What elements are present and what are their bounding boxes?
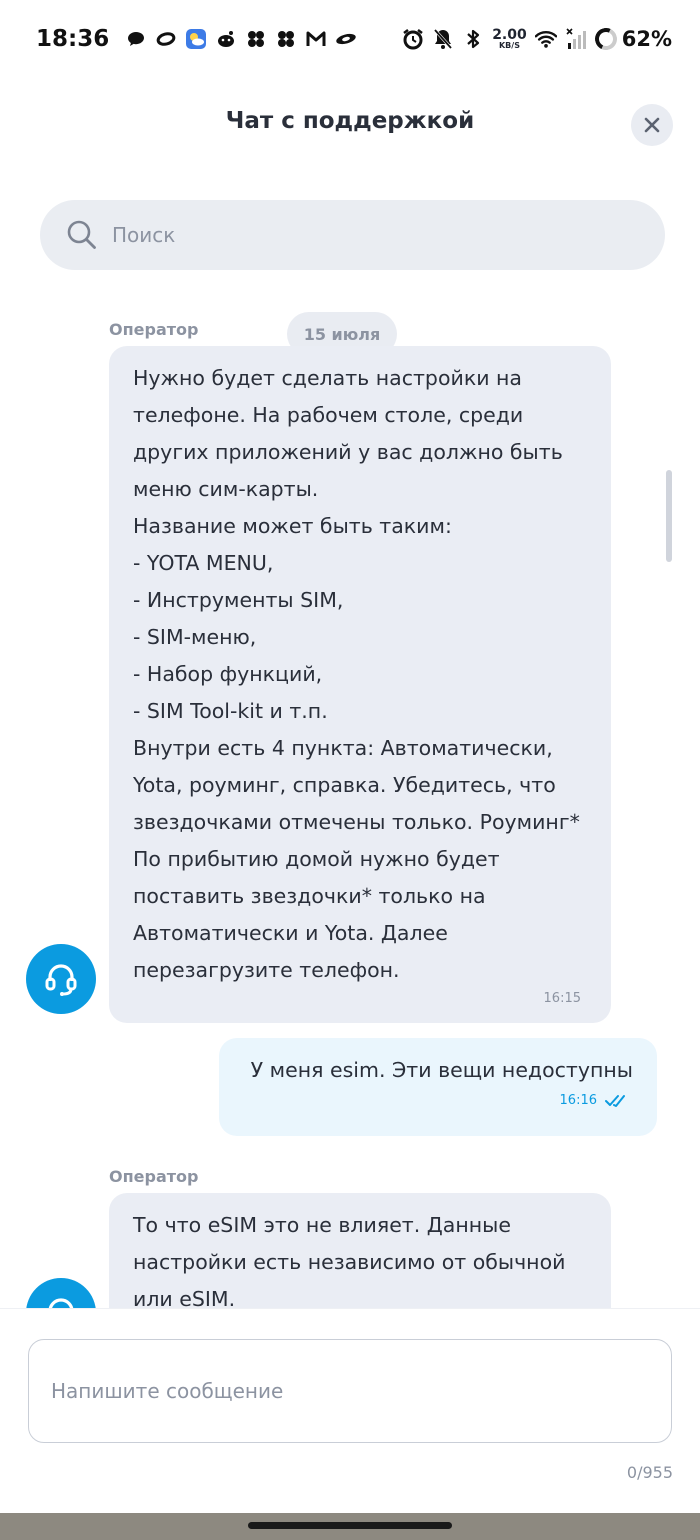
network-speed-unit: KB/S — [498, 41, 520, 50]
ring-app-icon — [155, 28, 177, 50]
planet-app-icon — [335, 28, 357, 50]
chat-messages[interactable]: Оператор 15 июля Нужно будет сделать нас… — [0, 300, 700, 1308]
weather-icon — [185, 28, 207, 50]
message-composer: Напишите сообщение 0/955 — [0, 1308, 700, 1513]
system-navigation-bar — [0, 1513, 700, 1540]
chat-scrollbar[interactable] — [666, 470, 672, 562]
notifications-off-icon — [432, 28, 454, 50]
alarm-icon — [402, 28, 424, 50]
chat-notification-icon — [125, 28, 147, 50]
gmail-icon — [305, 28, 327, 50]
network-speed: 2.00 KB/S — [492, 28, 527, 50]
network-speed-value: 2.00 — [492, 27, 527, 43]
message-placeholder: Напишите сообщение — [51, 1379, 284, 1403]
operator-avatar — [26, 1278, 96, 1308]
operator-message[interactable]: Нужно будет сделать настройки на телефон… — [109, 346, 611, 1023]
cluster-app-icon — [245, 28, 267, 50]
wifi-icon — [534, 28, 557, 50]
status-bar: 18:36 2.00 KB/S 62% — [0, 0, 700, 78]
user-message[interactable]: У меня esim. Эти вещи недоступны 16:16 — [219, 1038, 657, 1136]
status-time: 18:36 — [36, 26, 110, 52]
message-time: 16:16 — [559, 1093, 597, 1108]
search-icon — [67, 220, 96, 249]
operator-avatar — [26, 944, 96, 1014]
message-sender: Оператор — [109, 320, 199, 339]
cellular-signal-icon — [565, 28, 587, 50]
page-title: Чат с поддержкой — [225, 108, 475, 134]
battery-icon — [591, 24, 620, 54]
message-text: То что eSIM это не влияет. Данные настро… — [133, 1213, 566, 1308]
headset-icon — [45, 964, 77, 996]
operator-message[interactable]: То что eSIM это не влияет. Данные настро… — [109, 1193, 611, 1308]
bluetooth-icon — [462, 28, 484, 50]
status-right: 2.00 KB/S 62% — [402, 24, 672, 54]
read-checkmarks-icon — [605, 1094, 625, 1107]
headset-icon — [48, 1298, 74, 1308]
message-meta: 16:16 — [243, 1093, 633, 1108]
message-sender: Оператор — [109, 1167, 199, 1186]
close-button[interactable] — [631, 104, 673, 146]
message-text: Нужно будет сделать настройки на телефон… — [133, 366, 580, 982]
search-input[interactable]: Поиск — [40, 200, 665, 270]
message-text: У меня esim. Эти вещи недоступны — [250, 1058, 633, 1082]
reddit-icon — [215, 28, 237, 50]
cluster-app-icon-2 — [275, 28, 297, 50]
chat-header: Чат с поддержкой — [0, 96, 700, 152]
message-input[interactable]: Напишите сообщение — [28, 1339, 672, 1443]
status-left: 18:36 — [36, 26, 357, 52]
battery-indicator: 62% — [591, 24, 672, 54]
character-counter: 0/955 — [626, 1463, 673, 1482]
battery-percent: 62% — [621, 27, 672, 51]
home-gesture-handle[interactable] — [248, 1522, 452, 1529]
message-time: 16:15 — [543, 991, 581, 1006]
search-placeholder: Поиск — [112, 223, 176, 247]
close-icon — [644, 117, 660, 133]
